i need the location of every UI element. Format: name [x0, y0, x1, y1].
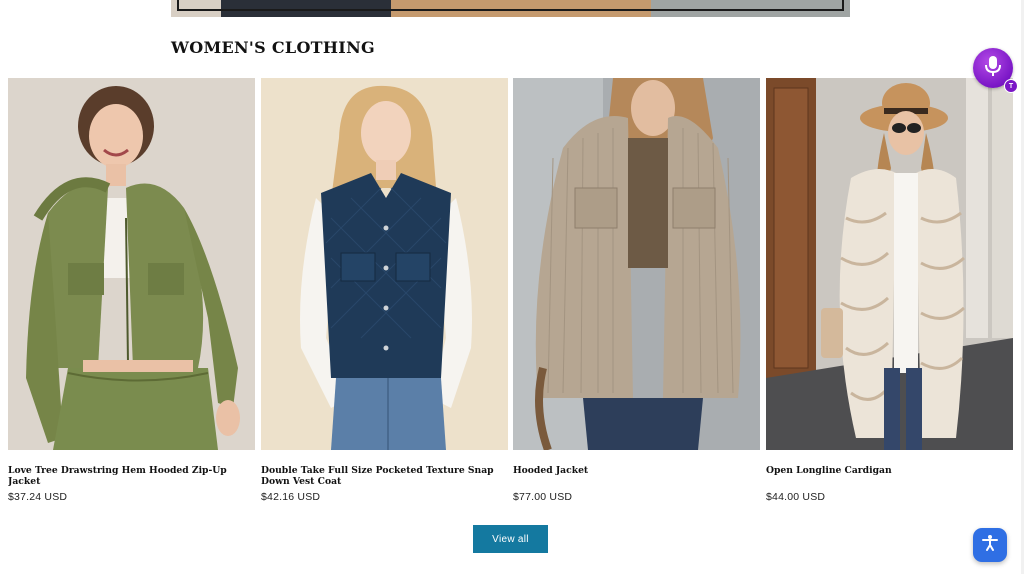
product-grid: Love Tree Drawstring Hem Hooded Zip-Up J… — [8, 78, 1014, 518]
product-card[interactable]: Open Longline Cardigan $44.00 USD — [766, 78, 1013, 503]
voice-assistant-badge: T — [1004, 79, 1018, 93]
product-price: $77.00 USD — [513, 491, 573, 503]
product-title[interactable]: Hooded Jacket — [513, 465, 760, 487]
product-image[interactable] — [8, 78, 255, 450]
hero-banner-bottom — [171, 0, 850, 17]
section-title: WOMEN'S CLOTHING — [171, 38, 375, 57]
product-card[interactable]: Love Tree Drawstring Hem Hooded Zip-Up J… — [8, 78, 255, 503]
accessibility-icon — [981, 534, 999, 557]
product-title[interactable]: Love Tree Drawstring Hem Hooded Zip-Up J… — [8, 465, 255, 487]
product-price: $42.16 USD — [261, 491, 321, 503]
product-title[interactable]: Open Longline Cardigan — [766, 465, 1013, 487]
product-image[interactable] — [766, 78, 1013, 450]
product-image[interactable] — [513, 78, 760, 450]
product-card[interactable]: Hooded Jacket $77.00 USD — [513, 78, 760, 503]
microphone-icon — [983, 54, 1003, 83]
product-title[interactable]: Double Take Full Size Pocketed Texture S… — [261, 465, 508, 487]
product-price: $44.00 USD — [766, 491, 826, 503]
product-image[interactable] — [261, 78, 508, 450]
product-price: $37.24 USD — [8, 491, 68, 503]
view-all-button[interactable]: View all — [473, 525, 548, 553]
banner-frame — [177, 0, 844, 11]
product-card[interactable]: Double Take Full Size Pocketed Texture S… — [261, 78, 508, 503]
accessibility-button[interactable] — [973, 528, 1007, 562]
